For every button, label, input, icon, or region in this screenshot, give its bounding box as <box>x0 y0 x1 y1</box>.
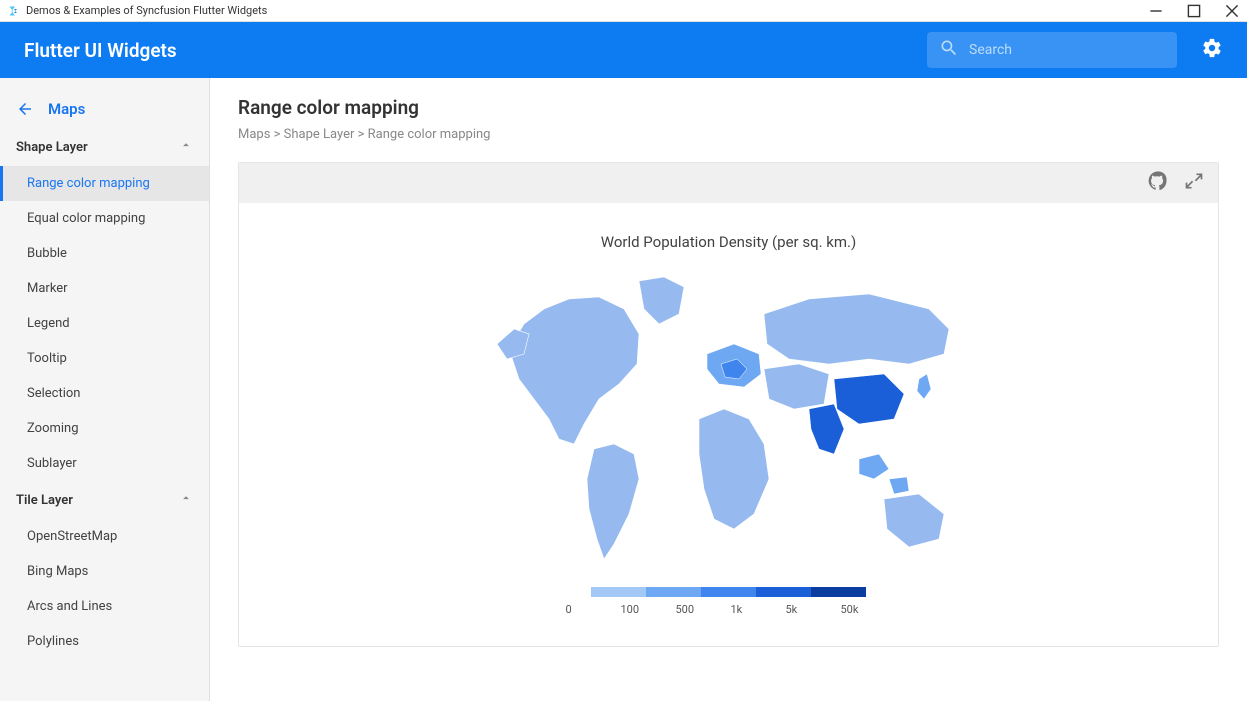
world-map <box>489 269 969 569</box>
sidebar-item-legend[interactable]: Legend <box>0 306 209 341</box>
legend-swatch <box>756 587 811 597</box>
app-bar: Flutter UI Widgets <box>0 22 1247 78</box>
sample-card: World Population Density (per sq. km.) <box>238 162 1219 647</box>
sidebar-item-bing-maps[interactable]: Bing Maps <box>0 554 209 589</box>
group-label: Shape Layer <box>16 140 88 155</box>
sidebar-item-zooming[interactable]: Zooming <box>0 411 209 446</box>
sidebar-item-polylines[interactable]: Polylines <box>0 624 209 659</box>
search-icon <box>939 38 959 62</box>
legend-label: 500 <box>674 603 729 616</box>
search-input[interactable] <box>969 42 1165 58</box>
sidebar-item-sublayer[interactable]: Sublayer <box>0 446 209 481</box>
map-legend: 01005001k5k50k <box>564 587 894 616</box>
legend-label: 50k <box>839 603 894 616</box>
sidebar-item-tooltip[interactable]: Tooltip <box>0 341 209 376</box>
sidebar-item-bubble[interactable]: Bubble <box>0 236 209 271</box>
minimize-icon[interactable] <box>1149 4 1163 18</box>
search-box[interactable] <box>927 32 1177 68</box>
legend-swatch <box>701 587 756 597</box>
legend-swatch <box>646 587 701 597</box>
back-arrow-icon <box>16 100 34 118</box>
sidebar-section-label: Maps <box>48 100 85 118</box>
legend-label: 100 <box>619 603 674 616</box>
group-tile-layer[interactable]: Tile Layer <box>0 481 209 519</box>
legend-label: 5k <box>784 603 839 616</box>
legend-swatch <box>591 587 646 597</box>
page-title: Range color mapping <box>238 96 1219 119</box>
group-shape-layer[interactable]: Shape Layer <box>0 128 209 166</box>
sidebar-item-arcs-and-lines[interactable]: Arcs and Lines <box>0 589 209 624</box>
window-title: Demos & Examples of Syncfusion Flutter W… <box>26 4 267 17</box>
sidebar: Maps Shape Layer Range color mapping Equ… <box>0 78 210 701</box>
map-title: World Population Density (per sq. km.) <box>601 233 856 251</box>
chevron-up-icon <box>179 491 193 509</box>
fullscreen-icon[interactable] <box>1184 171 1204 195</box>
sidebar-item-equal-color-mapping[interactable]: Equal color mapping <box>0 201 209 236</box>
card-toolbar <box>239 163 1218 203</box>
maximize-icon[interactable] <box>1187 4 1201 18</box>
legend-label: 1k <box>729 603 784 616</box>
app-icon <box>8 5 20 17</box>
breadcrumb: Maps > Shape Layer > Range color mapping <box>238 127 1219 142</box>
chevron-up-icon <box>179 138 193 156</box>
legend-label: 0 <box>564 603 619 616</box>
content-area: Range color mapping Maps > Shape Layer >… <box>210 78 1247 701</box>
close-icon[interactable] <box>1225 4 1239 18</box>
legend-swatch <box>811 587 866 597</box>
window-titlebar: Demos & Examples of Syncfusion Flutter W… <box>0 0 1247 22</box>
sidebar-item-range-color-mapping[interactable]: Range color mapping <box>0 166 209 201</box>
sidebar-item-selection[interactable]: Selection <box>0 376 209 411</box>
settings-button[interactable] <box>1201 37 1223 63</box>
sidebar-section-header[interactable]: Maps <box>0 90 209 128</box>
github-icon[interactable] <box>1148 171 1168 195</box>
brand-title: Flutter UI Widgets <box>24 39 177 62</box>
group-label: Tile Layer <box>16 493 73 508</box>
sidebar-item-marker[interactable]: Marker <box>0 271 209 306</box>
sidebar-item-openstreetmap[interactable]: OpenStreetMap <box>0 519 209 554</box>
